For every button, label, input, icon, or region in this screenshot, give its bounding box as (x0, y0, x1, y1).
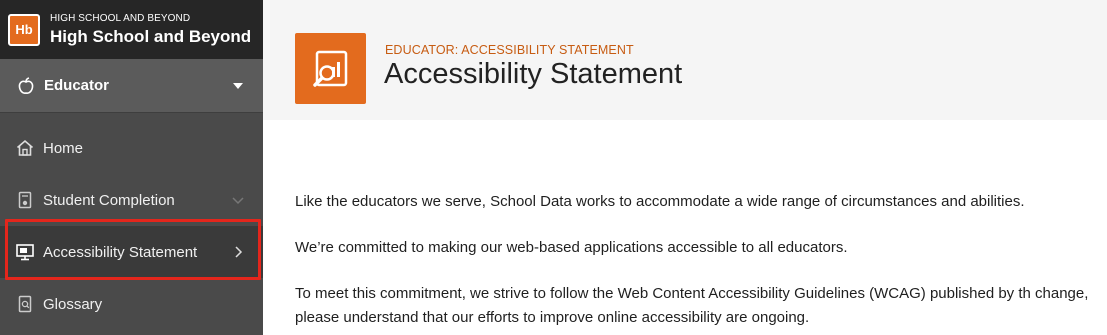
book-icon (18, 295, 32, 313)
sidebar-item-student-completion[interactable]: Student Completion (0, 174, 263, 226)
home-icon (16, 139, 34, 156)
sidebar-item-label: Home (43, 139, 84, 157)
magnifier-chart-icon (312, 50, 347, 87)
paragraph: We’re committed to making our web-based … (295, 239, 848, 256)
document-icon (18, 191, 32, 209)
page-icon (295, 33, 366, 104)
sidebar-item-glossary[interactable]: Glossary (0, 278, 263, 330)
sidebar-item-label: Accessibility Statement (43, 243, 198, 261)
brand-subtitle: HIGH SCHOOL AND BEYOND (50, 13, 191, 24)
page-eyebrow: EDUCATOR: ACCESSIBILITY STATEMENT (385, 43, 634, 57)
monitor-icon (16, 244, 34, 261)
paragraph: To meet this commitment, we strive to fo… (295, 285, 1089, 326)
main-content: EDUCATOR: ACCESSIBILITY STATEMENT Access… (263, 0, 1107, 335)
chevron-down-icon (232, 197, 244, 205)
brand-bar[interactable]: Hb HIGH SCHOOL AND BEYOND High School an… (0, 0, 263, 59)
sidebar: Hb HIGH SCHOOL AND BEYOND High School an… (0, 0, 263, 335)
sidebar-item-accessibility-statement[interactable]: Accessibility Statement (0, 226, 263, 278)
page-header: EDUCATOR: ACCESSIBILITY STATEMENT Access… (263, 0, 1107, 120)
page-title: Accessibility Statement (384, 58, 683, 90)
chevron-right-icon (235, 246, 243, 258)
sidebar-item-label: Student Completion (43, 191, 175, 209)
statement-body: Like the educators we serve, School Data… (295, 190, 1107, 330)
apple-icon (18, 76, 34, 94)
brand-logo: Hb (8, 13, 40, 46)
role-label: Educator (44, 77, 110, 94)
sidebar-item-home[interactable]: Home (0, 122, 263, 174)
role-selector[interactable]: Educator (0, 59, 263, 113)
paragraph: Like the educators we serve, School Data… (295, 193, 1025, 210)
brand-text: HIGH SCHOOL AND BEYOND High School and B… (50, 13, 252, 46)
brand-title: High School and Beyond (50, 27, 252, 46)
caret-down-icon (233, 82, 243, 89)
sidebar-item-label: Glossary (43, 295, 103, 313)
sidebar-nav: Home Student Completion Accessibility St… (0, 113, 263, 330)
